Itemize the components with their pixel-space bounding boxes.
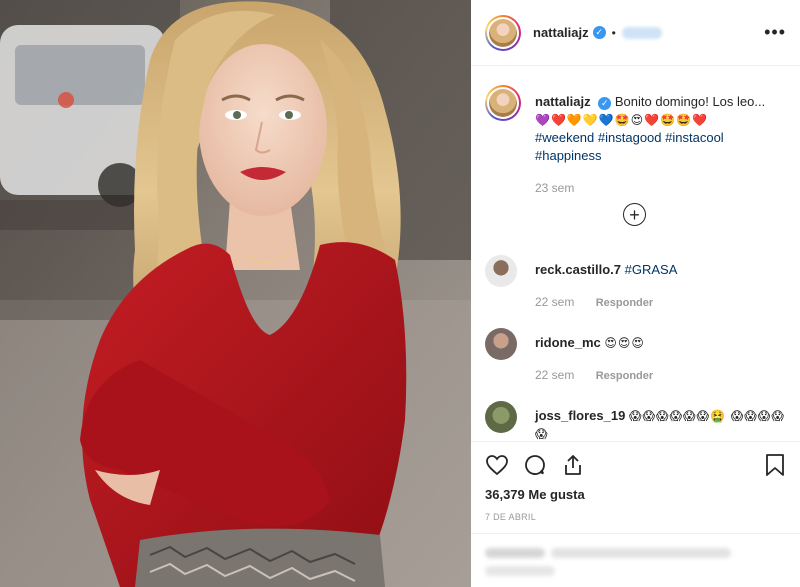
reply-button[interactable]: Responder (596, 297, 653, 309)
post-header: nattaliajz ✓ • ••• (471, 0, 800, 66)
likes-count[interactable]: 36,379 Me gusta (485, 487, 585, 502)
add-comment-area[interactable] (471, 533, 800, 587)
commenter-username[interactable]: ridone_mc (535, 335, 601, 350)
post-date[interactable]: 7 DE ABRIL (485, 512, 536, 522)
comment-item: joss_flores_19 😱😱😱😱😱😱🤮 😱😱😱😱😱 (485, 401, 790, 441)
commenter-avatar[interactable] (485, 328, 517, 360)
commenter-avatar[interactable] (485, 255, 517, 287)
verified-icon: ✓ (598, 96, 612, 110)
caption-text: Bonito domingo! Los leo... (614, 94, 766, 109)
commenter-username[interactable]: reck.castillo.7 (535, 262, 621, 277)
follow-button-blurred[interactable] (621, 26, 662, 39)
reply-button[interactable]: Responder (596, 370, 653, 382)
plus-circle-icon[interactable]: + (623, 203, 646, 226)
comment-text[interactable]: #GRASA (625, 262, 678, 277)
post-photo[interactable] (0, 0, 471, 587)
commenter-avatar[interactable] (485, 401, 517, 433)
heart-icon[interactable] (485, 453, 509, 477)
caption: nattaliajz ✓ Bonito domingo! Los leo... … (485, 85, 785, 197)
more-options-icon[interactable]: ••• (764, 22, 786, 43)
hashtag-happiness[interactable]: #happiness (535, 148, 602, 163)
post-side-panel: nattaliajz ✓ • ••• nattaliajz ✓ Bonito d… (471, 0, 800, 587)
author-avatar-image (489, 18, 517, 47)
comment-item: reck.castillo.7 #GRASA 22 sem Responder (485, 255, 790, 312)
share-icon[interactable] (561, 453, 585, 477)
caption-avatar[interactable] (485, 85, 521, 121)
caption-emojis: 💜❤️🧡💛💙🤩😍❤️🤩🤩❤️ (535, 113, 708, 127)
comments-section[interactable]: nattaliajz ✓ Bonito domingo! Los leo... … (471, 67, 800, 441)
verified-icon: ✓ (592, 26, 606, 39)
author-username[interactable]: nattaliajz (533, 25, 589, 40)
post-actions: 36,379 Me gusta 7 DE ABRIL (471, 441, 800, 541)
commenter-username[interactable]: joss_flores_19 (535, 408, 625, 423)
post-photo-illustration (0, 0, 471, 587)
bookmark-icon[interactable] (764, 453, 786, 482)
hashtag-weekend[interactable]: #weekend (535, 130, 594, 145)
hashtag-instacool[interactable]: #instacool (665, 130, 724, 145)
author-avatar[interactable] (485, 14, 521, 51)
caption-username[interactable]: nattaliajz (535, 94, 591, 109)
caption-time[interactable]: 23 sem (535, 179, 785, 197)
hashtag-instagood[interactable]: #instagood (598, 130, 662, 145)
comment-time[interactable]: 22 sem (535, 295, 574, 309)
comment-text: 😍😍😍 (604, 336, 645, 350)
comment-item: ridone_mc 😍😍😍 22 sem Responder (485, 328, 790, 385)
comment-time[interactable]: 22 sem (535, 368, 574, 382)
comment-icon[interactable] (523, 453, 547, 477)
header-separator: • (611, 25, 616, 40)
